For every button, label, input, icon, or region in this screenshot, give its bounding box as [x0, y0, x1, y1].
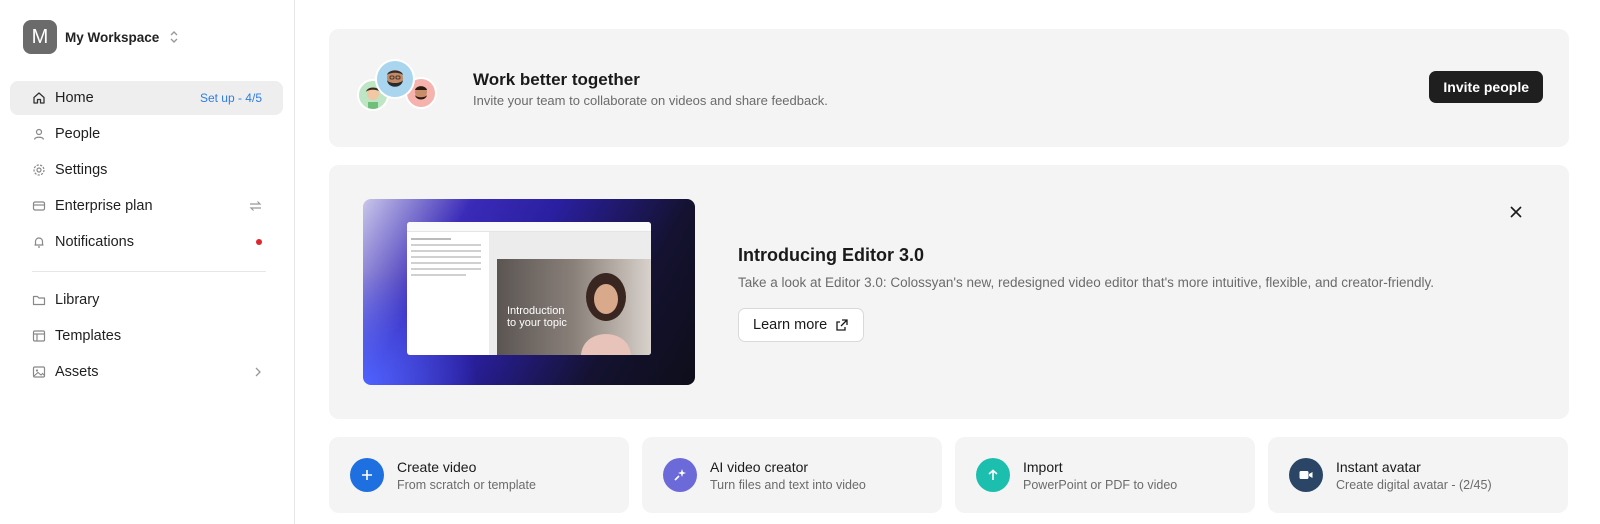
sidebar-item-assets[interactable]: Assets [10, 355, 283, 389]
workspace-switcher[interactable]: M My Workspace [23, 20, 179, 54]
sidebar-item-label: People [55, 126, 101, 142]
sidebar-divider [32, 271, 266, 272]
collaborate-subtitle: Invite your team to collaborate on video… [473, 93, 828, 108]
editor-preview-thumbnail[interactable]: Introduction to your topic [363, 199, 695, 385]
action-title: Instant avatar [1336, 458, 1421, 475]
secondary-nav: Library Templates Assets [10, 283, 283, 391]
action-subtitle: From scratch or template [397, 477, 536, 492]
sidebar-item-label: Enterprise plan [55, 198, 153, 214]
video-camera-icon [1289, 458, 1323, 492]
external-link-icon [835, 318, 849, 332]
learn-more-label: Learn more [753, 317, 828, 333]
sidebar-item-home[interactable]: Home Set up - 4/5 [10, 81, 283, 115]
image-icon [31, 364, 47, 380]
sidebar-item-templates[interactable]: Templates [10, 319, 283, 353]
collaborate-title: Work better together [473, 70, 640, 89]
promo-subtitle: Take a look at Editor 3.0: Colossyan's n… [738, 275, 1435, 290]
close-icon[interactable] [1507, 203, 1525, 221]
bell-icon [31, 234, 47, 250]
workspace-name: My Workspace [65, 29, 160, 45]
credit-card-icon [31, 198, 47, 214]
sidebar-item-label: Library [55, 292, 100, 308]
sidebar-item-label: Templates [55, 328, 122, 344]
setup-progress-link[interactable]: Set up - 4/5 [200, 91, 262, 105]
template-icon [31, 328, 47, 344]
chevron-right-icon [254, 367, 262, 378]
team-avatar [375, 59, 415, 99]
person-icon [31, 126, 47, 142]
chevron-up-down-icon [169, 30, 179, 44]
home-icon [31, 90, 47, 106]
ai-video-creator-card[interactable]: AI video creator Turn files and text int… [642, 437, 942, 513]
collaborate-banner: Work better together Invite your team to… [329, 29, 1569, 147]
arrow-up-icon [976, 458, 1010, 492]
sidebar-item-enterprise-plan[interactable]: Enterprise plan [10, 189, 283, 223]
import-card[interactable]: Import PowerPoint or PDF to video [955, 437, 1255, 513]
action-subtitle: Turn files and text into video [710, 477, 866, 492]
action-subtitle: PowerPoint or PDF to video [1023, 477, 1178, 492]
plus-icon [350, 458, 384, 492]
gear-icon [31, 162, 47, 178]
sidebar-item-label: Assets [55, 364, 99, 380]
sidebar-item-label: Home [55, 90, 94, 106]
team-avatars [357, 59, 439, 119]
video-frame: Introduction to your topic [497, 259, 651, 355]
primary-nav: Home Set up - 4/5 People Settings Enterp… [10, 81, 283, 261]
thumbnail-caption-line2: to your topic [507, 317, 567, 329]
notification-dot [256, 239, 262, 245]
editor-promo-card: Introduction to your topic Introducing E… [329, 165, 1569, 419]
create-video-card[interactable]: Create video From scratch or template [329, 437, 629, 513]
sidebar-item-people[interactable]: People [10, 117, 283, 151]
folder-icon [31, 292, 47, 308]
sidebar-item-label: Settings [55, 162, 108, 178]
sidebar: M My Workspace Home Set up - 4/5 People … [0, 0, 295, 524]
action-title: Create video [397, 458, 477, 475]
sidebar-item-label: Notifications [55, 234, 134, 250]
instant-avatar-card[interactable]: Instant avatar Create digital avatar - (… [1268, 437, 1568, 513]
sidebar-item-settings[interactable]: Settings [10, 153, 283, 187]
sidebar-item-notifications[interactable]: Notifications [10, 225, 283, 259]
action-title: AI video creator [710, 458, 809, 475]
workspace-avatar: M [23, 20, 57, 54]
editor-mockup: Introduction to your topic [407, 222, 651, 355]
promo-title: Introducing Editor 3.0 [738, 245, 925, 265]
sparkle-icon [663, 458, 697, 492]
sidebar-item-library[interactable]: Library [10, 283, 283, 317]
action-title: Import [1023, 458, 1063, 475]
thumbnail-caption-line1: Introduction [507, 305, 565, 317]
switch-arrows-icon [249, 200, 262, 212]
invite-people-button[interactable]: Invite people [1429, 71, 1543, 103]
action-subtitle: Create digital avatar - (2/45) [1336, 477, 1492, 492]
learn-more-button[interactable]: Learn more [738, 308, 865, 342]
